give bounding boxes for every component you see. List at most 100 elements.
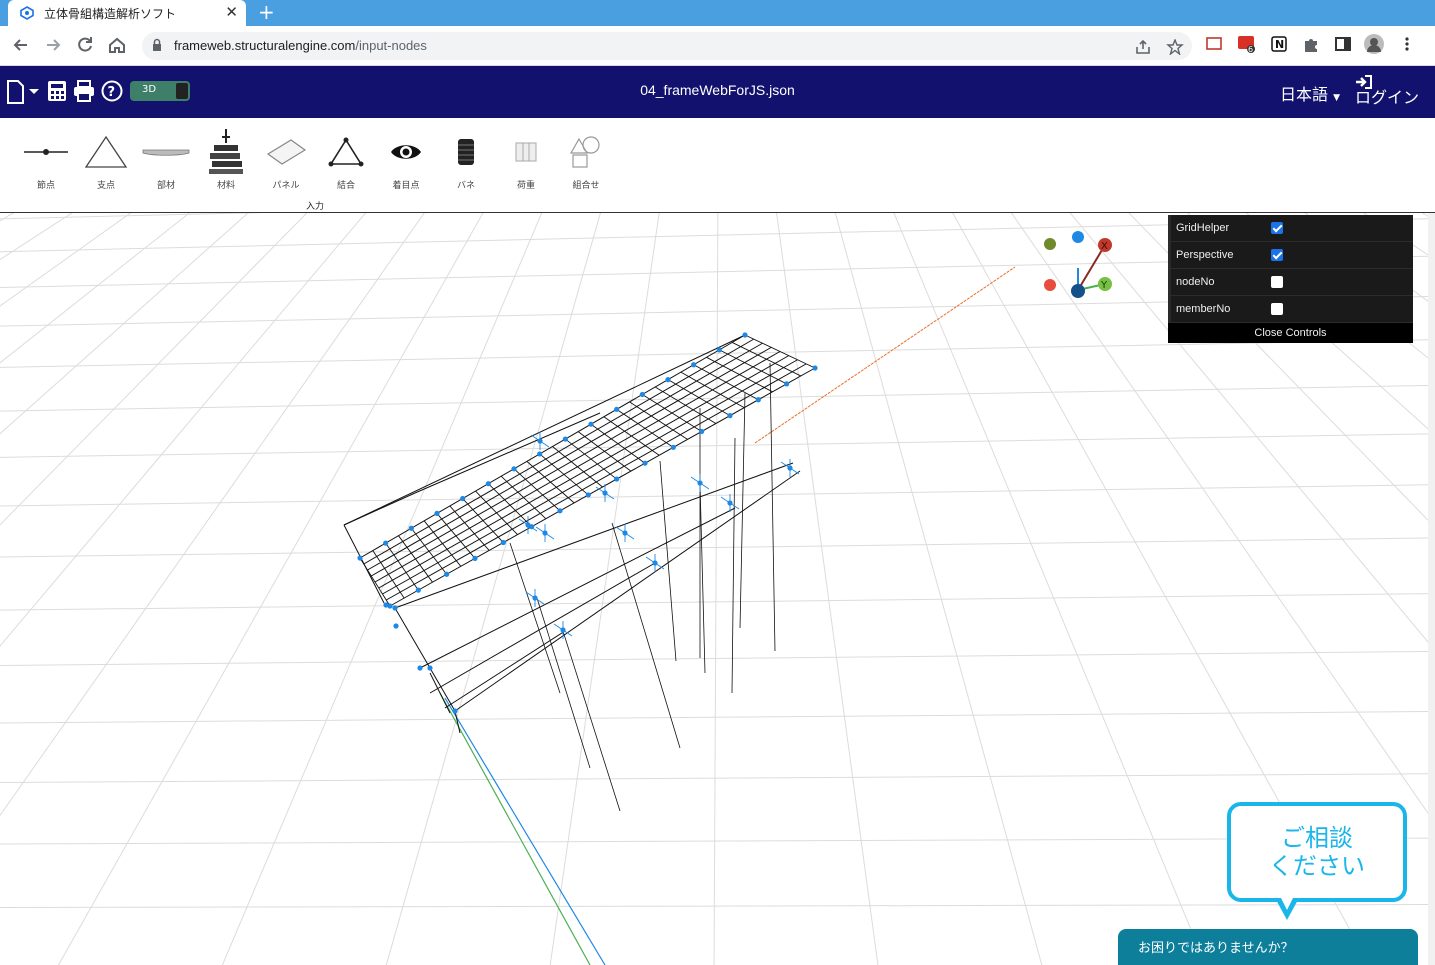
- gizmo-neg-y-dot[interactable]: [1044, 238, 1056, 250]
- tool-node[interactable]: 節点: [16, 132, 76, 191]
- puzzle-icon[interactable]: [1302, 35, 1320, 53]
- share-icon[interactable]: [1134, 39, 1152, 55]
- frame-model: [343, 334, 816, 812]
- spring-icon: [458, 139, 474, 165]
- perspective-checkbox[interactable]: [1271, 249, 1283, 261]
- bubble-line-1: ご相談: [1281, 824, 1353, 852]
- gui-label: GridHelper: [1176, 222, 1230, 234]
- frame-node: [602, 490, 608, 496]
- close-controls-button[interactable]: Close Controls: [1168, 323, 1413, 343]
- material-icon: [209, 129, 243, 174]
- forward-icon[interactable]: [42, 34, 64, 56]
- load-icon: [515, 142, 537, 162]
- tool-spring[interactable]: バネ: [436, 132, 496, 191]
- gui-row-perspective[interactable]: Perspective: [1168, 242, 1413, 269]
- tool-load[interactable]: 荷重: [496, 132, 556, 191]
- login-label: ログイン: [1355, 88, 1420, 107]
- frame-node: [614, 476, 620, 482]
- tab-title: 立体骨組構造解析ソフト: [44, 6, 177, 21]
- frame-node: [727, 500, 733, 506]
- cast-icon[interactable]: [1205, 35, 1223, 53]
- gui-controls-panel: GridHelper Perspective nodeNo memberNo C…: [1168, 215, 1413, 343]
- bubble-line-2: ください: [1269, 852, 1365, 880]
- browser-toolbar: frameweb.structuralengine.com/input-node…: [0, 26, 1435, 66]
- frame-node: [697, 480, 703, 486]
- browser-tab[interactable]: 立体骨組構造解析ソフト ✕: [8, 0, 246, 26]
- reload-icon[interactable]: [74, 34, 96, 56]
- gui-label: Perspective: [1176, 249, 1234, 261]
- tool-panel[interactable]: パネル: [256, 132, 316, 191]
- tool-member[interactable]: 部材: [136, 132, 196, 191]
- tool-support[interactable]: 支点: [76, 132, 136, 191]
- frame-node: [755, 397, 761, 403]
- login-button[interactable]: ログイン: [1355, 74, 1419, 106]
- frame-node: [357, 555, 363, 561]
- tool-label: 荷重: [516, 181, 535, 191]
- tool-label: パネル: [272, 181, 300, 191]
- address-bar[interactable]: frameweb.structuralengine.com/input-node…: [142, 32, 1192, 60]
- frame-node: [727, 413, 733, 419]
- help-chat-bar[interactable]: お困りではありませんか？: [1118, 929, 1418, 965]
- gui-label: memberNo: [1176, 303, 1231, 315]
- frame-node: [787, 465, 793, 471]
- gui-label: nodeNo: [1176, 276, 1215, 288]
- frame-node: [716, 347, 722, 353]
- tool-label: 着目点: [392, 181, 420, 191]
- frame-node: [742, 332, 748, 338]
- gui-row-memberno[interactable]: memberNo: [1168, 296, 1413, 323]
- svg-text:N: N: [1275, 38, 1284, 51]
- gui-row-gridhelper[interactable]: GridHelper: [1168, 215, 1413, 242]
- gui-row-nodeno[interactable]: nodeNo: [1168, 269, 1413, 296]
- nodeno-checkbox[interactable]: [1271, 276, 1283, 288]
- browser-menu-icon[interactable]: [1398, 35, 1416, 53]
- frame-node: [444, 571, 450, 577]
- language-dropdown[interactable]: 日本語 ▼: [1280, 81, 1340, 105]
- memberno-checkbox[interactable]: [1271, 303, 1283, 315]
- notion-icon[interactable]: N: [1270, 35, 1288, 53]
- frame-node: [588, 421, 594, 427]
- tool-combine[interactable]: 組合せ: [556, 132, 616, 191]
- gizmo-z-dot[interactable]: [1072, 231, 1084, 243]
- consult-bubble[interactable]: ご相談 ください: [1227, 802, 1407, 902]
- url-domain: frameweb.structuralengine.com: [174, 38, 356, 53]
- frame-node: [415, 587, 421, 593]
- url-text: frameweb.structuralengine.com/input-node…: [174, 38, 427, 53]
- browser-tab-strip: 立体骨組構造解析ソフト ✕ +: [0, 0, 1435, 26]
- extension-badge-icon[interactable]: [1238, 35, 1256, 53]
- sidepanel-icon[interactable]: [1334, 35, 1352, 53]
- frame-node: [383, 540, 389, 546]
- file-name: 04_frameWebForJS.json: [640, 82, 795, 98]
- tool-label: 材料: [216, 181, 235, 191]
- frame-node: [511, 466, 517, 472]
- back-icon[interactable]: [10, 34, 32, 56]
- avatar[interactable]: [1364, 34, 1384, 54]
- frame-node: [652, 560, 658, 566]
- frame-node: [472, 555, 478, 561]
- tab-close-icon[interactable]: ✕: [225, 3, 238, 21]
- frame-node: [585, 492, 591, 498]
- tool-joint[interactable]: 結合: [316, 132, 376, 191]
- extension-badge-count: 6: [1248, 45, 1254, 54]
- frame-node: [417, 665, 423, 671]
- frame-node: [639, 391, 645, 398]
- bookmark-star-icon[interactable]: [1166, 39, 1184, 55]
- support-icon: [84, 135, 128, 168]
- gridhelper-checkbox[interactable]: [1271, 222, 1283, 234]
- frame-node: [427, 665, 433, 671]
- home-icon[interactable]: [106, 34, 128, 56]
- tool-material[interactable]: 材料: [196, 129, 256, 191]
- frame-node: [622, 530, 628, 536]
- bubble-tail-inner: [1280, 896, 1294, 910]
- joint-icon: [328, 137, 364, 167]
- node-icon: [24, 149, 68, 155]
- gizmo-y-label: Y: [1100, 280, 1108, 291]
- tool-focus-point[interactable]: 着目点: [376, 132, 436, 191]
- gizmo-neg-x-dot[interactable]: [1044, 279, 1056, 291]
- new-tab-button[interactable]: +: [258, 0, 275, 24]
- gizmo-neg-z-dot[interactable]: [1071, 284, 1085, 298]
- frame-node: [699, 428, 705, 435]
- app-header: ? 3D 04_frameWebForJS.json 日本語 ▼ ログイン: [0, 66, 1435, 118]
- page-scrollbar[interactable]: [1428, 213, 1435, 965]
- combine-icon: [569, 136, 600, 168]
- y-axis-line: [439, 692, 591, 965]
